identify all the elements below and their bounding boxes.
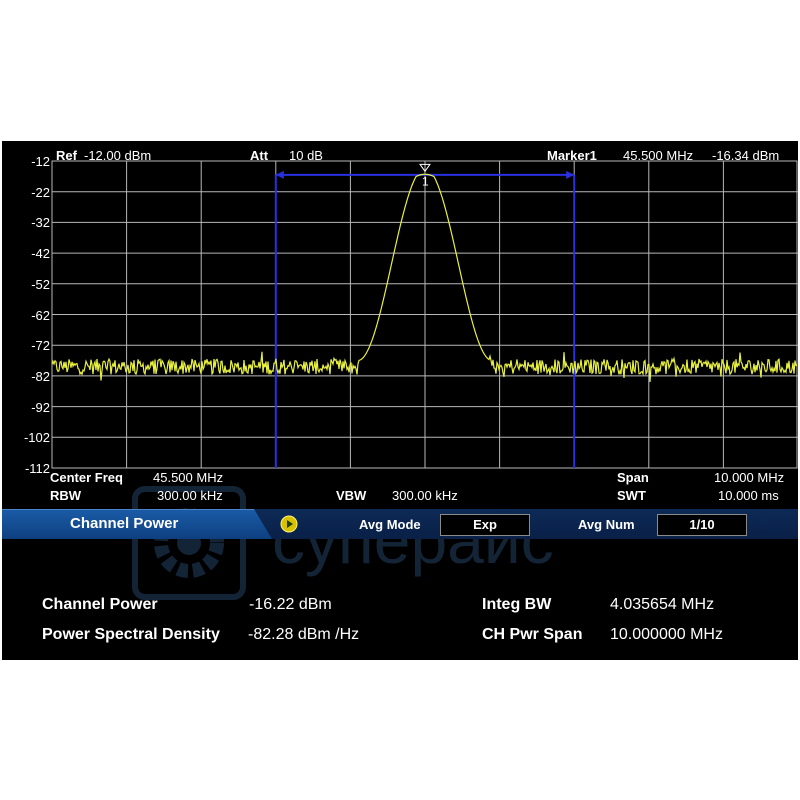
center-freq-value: 45.500 MHz	[153, 470, 224, 485]
att-value: 10 dB	[289, 148, 323, 163]
ref-value: -12.00 dBm	[84, 148, 152, 163]
y-tick-label: -22	[31, 184, 50, 200]
y-tick-label: -52	[31, 276, 50, 292]
channel-arrow-right	[566, 170, 575, 179]
vbw-label: VBW	[336, 488, 367, 503]
center-freq-label: Center Freq	[50, 470, 123, 485]
play-icon[interactable]	[280, 515, 298, 533]
swt-value: 10.000 ms	[718, 488, 779, 503]
att-label: Att	[250, 148, 269, 163]
channel-power-value: -16.22 dBm	[249, 596, 332, 613]
psd-value: -82.28 dBm /Hz	[248, 626, 360, 643]
y-tick-label: -102	[23, 430, 50, 446]
y-tick-label: -92	[31, 399, 50, 415]
y-tick-label: -82	[31, 368, 50, 384]
avg-mode-label: Avg Mode	[359, 517, 421, 532]
channel-power-label: Channel Power	[42, 596, 158, 613]
marker-number: 1	[422, 174, 429, 188]
mode-bar: Channel Power Avg Mode Exp Avg Num 1/10	[2, 509, 798, 539]
grid	[51, 160, 798, 469]
mode-title: Channel Power	[70, 515, 179, 532]
marker-level: -16.34 dBm	[712, 148, 780, 163]
swt-label: SWT	[617, 488, 646, 503]
marker-freq: 45.500 MHz	[623, 148, 694, 163]
y-tick-label: -72	[31, 338, 50, 354]
spectrum-plot: суперайс 1	[51, 160, 798, 600]
vbw-value: 300.00 kHz	[392, 488, 458, 503]
integ-bw-label: Integ BW	[482, 596, 552, 613]
ch-pwr-span-label: CH Pwr Span	[482, 626, 583, 643]
integ-bw-value: 4.035654 MHz	[610, 596, 715, 613]
ref-label: Ref	[56, 148, 77, 163]
psd-label: Power Spectral Density	[42, 626, 220, 643]
ch-pwr-span-value: 10.000000 MHz	[610, 626, 723, 643]
avg-num-label: Avg Num	[578, 517, 635, 532]
span-label: Span	[617, 470, 649, 485]
rbw-label: RBW	[50, 488, 82, 503]
y-tick-label: -112	[24, 461, 50, 476]
marker-label: Marker1	[547, 148, 597, 163]
watermark-logo: суперайс	[132, 486, 554, 600]
channel-arrow-left	[275, 170, 284, 179]
y-tick-label: -32	[31, 215, 50, 231]
span-value: 10.000 MHz	[714, 470, 785, 485]
analyzer-screen: суперайс 1 Ref -12.00 dBm Att 10 dB Mark…	[2, 141, 798, 660]
y-tick-label: -12	[31, 154, 50, 169]
y-tick-label: -42	[31, 246, 50, 262]
rbw-value: 300.00 kHz	[157, 488, 223, 503]
avg-num-field[interactable]: 1/10	[657, 514, 747, 536]
y-tick-label: -62	[31, 307, 50, 323]
avg-mode-field[interactable]: Exp	[440, 514, 530, 536]
